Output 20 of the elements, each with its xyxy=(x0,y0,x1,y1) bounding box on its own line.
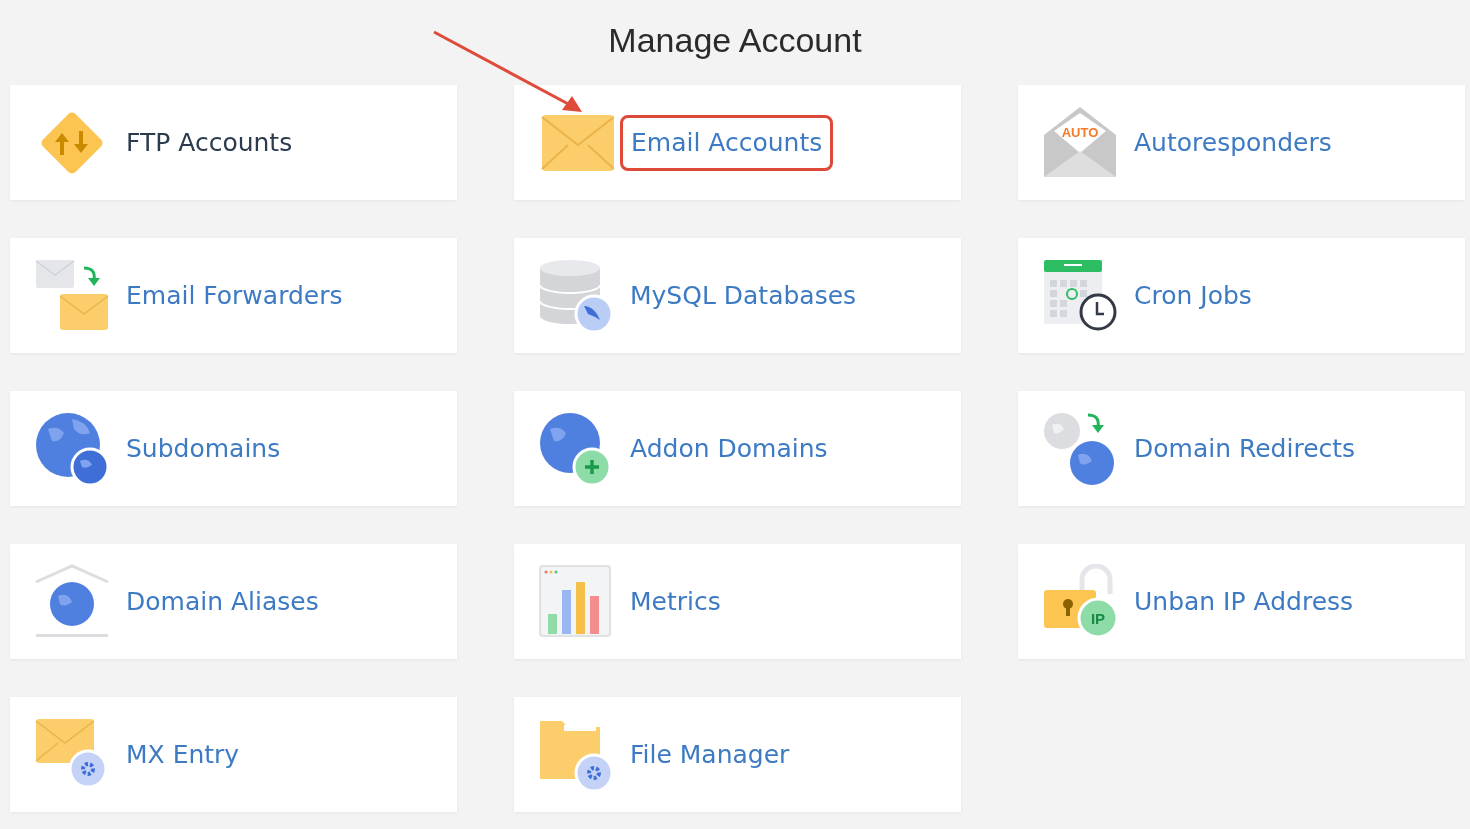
tool-link[interactable]: Subdomains xyxy=(10,391,457,506)
tool-link[interactable]: Domain Aliases xyxy=(10,544,457,659)
database-icon xyxy=(538,257,614,334)
page-title: Manage Account xyxy=(607,20,863,61)
tool-link[interactable]: MySQL Databases xyxy=(514,238,961,353)
tool-link[interactable]: Cron Jobs xyxy=(1018,238,1465,353)
tool-link[interactable]: Email Accounts xyxy=(514,85,961,200)
tool-link[interactable]: File Manager xyxy=(514,697,961,812)
highlight-frame: Email Accounts xyxy=(620,114,834,171)
tool-link[interactable]: AUTO Autoresponders xyxy=(1018,85,1465,200)
tool-link[interactable]: FTP Accounts xyxy=(10,85,457,200)
house-globe-icon xyxy=(34,563,110,640)
tool-link[interactable]: Metrics xyxy=(514,544,961,659)
bar-chart-icon xyxy=(538,563,614,640)
tool-link[interactable]: Domain Redirects xyxy=(1018,391,1465,506)
globes-icon xyxy=(34,410,110,487)
tool-link[interactable]: Email Forwarders xyxy=(10,238,457,353)
tool-link[interactable]: IP Unban IP Address xyxy=(1018,544,1465,659)
tool-link[interactable]: Addon Domains xyxy=(514,391,961,506)
tool-link[interactable]: MX Entry xyxy=(10,697,457,812)
